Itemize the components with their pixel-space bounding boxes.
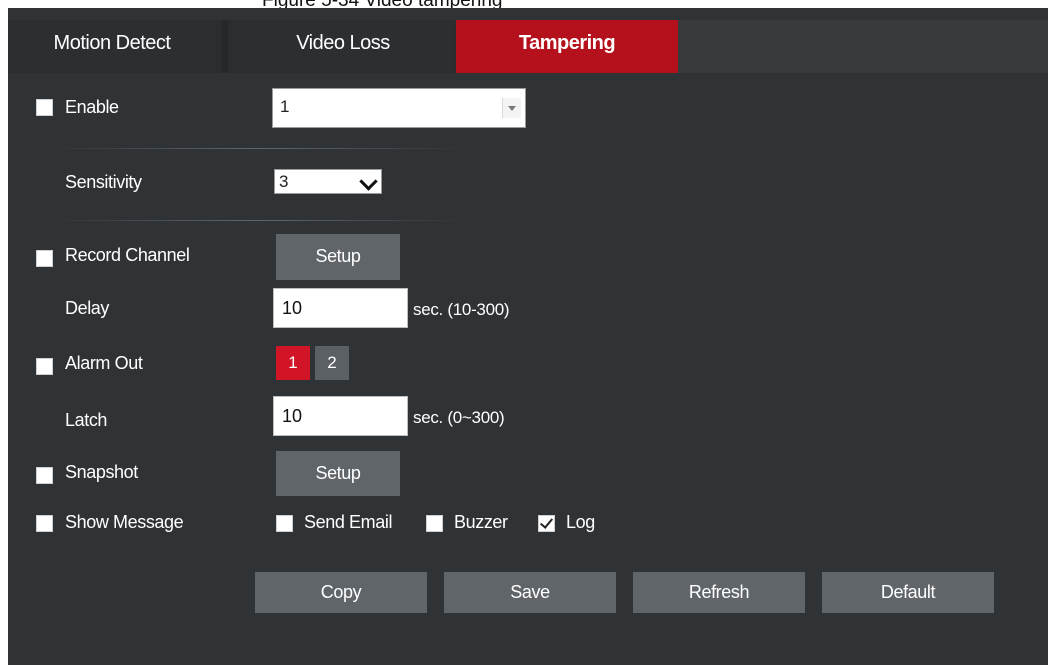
snapshot-checkbox[interactable] (36, 467, 53, 484)
delay-label: Delay (65, 298, 110, 318)
divider (48, 220, 468, 221)
tab-bar: Motion Detect Video Loss Tampering (8, 20, 1048, 73)
tab-separator (222, 20, 228, 73)
latch-input[interactable]: 10 (273, 396, 408, 436)
alarm-out-channel-1[interactable]: 1 (276, 346, 310, 380)
log-checkbox[interactable] (538, 515, 555, 532)
send-email-checkbox[interactable] (276, 515, 293, 532)
log-label: Log (566, 512, 595, 532)
alarm-out-label: Alarm Out (65, 353, 143, 373)
alarm-out-channel-2[interactable]: 2 (315, 346, 349, 380)
copy-button[interactable]: Copy (255, 572, 427, 613)
channel-select-value: 1 (280, 97, 290, 116)
channel-select[interactable]: 1 (272, 88, 526, 128)
chevron-down-icon (359, 172, 378, 191)
divider (48, 148, 468, 149)
buzzer-checkbox[interactable] (426, 515, 443, 532)
latch-unit: sec. (0~300) (413, 408, 505, 427)
enable-checkbox[interactable] (36, 99, 53, 116)
send-email-label: Send Email (304, 512, 393, 532)
tab-bar-filler (678, 20, 1048, 73)
sensitivity-label: Sensitivity (65, 172, 142, 192)
tab-video-loss[interactable]: Video Loss (233, 20, 453, 73)
show-message-checkbox[interactable] (36, 515, 53, 532)
alarm-out-checkbox[interactable] (36, 358, 53, 375)
snapshot-setup-button[interactable]: Setup (276, 451, 400, 496)
delay-input[interactable]: 10 (273, 288, 408, 328)
record-channel-checkbox[interactable] (36, 250, 53, 267)
enable-label: Enable (65, 97, 119, 117)
refresh-button[interactable]: Refresh (633, 572, 805, 613)
chevron-down-icon (502, 98, 521, 118)
tab-motion-detect[interactable]: Motion Detect (8, 20, 216, 73)
buzzer-label: Buzzer (454, 512, 508, 532)
tab-tampering[interactable]: Tampering (456, 20, 678, 73)
record-channel-label: Record Channel (65, 245, 190, 265)
snapshot-label: Snapshot (65, 462, 138, 482)
latch-label: Latch (65, 410, 108, 430)
sensitivity-value: 3 (279, 172, 289, 191)
default-button[interactable]: Default (822, 572, 994, 613)
save-button[interactable]: Save (444, 572, 616, 613)
tampering-settings-panel: Motion Detect Video Loss Tampering Enabl… (8, 8, 1048, 665)
record-channel-setup-button[interactable]: Setup (276, 234, 400, 280)
show-message-label: Show Message (65, 512, 184, 532)
delay-unit: sec. (10-300) (413, 300, 510, 319)
sensitivity-select[interactable]: 3 (274, 169, 382, 194)
